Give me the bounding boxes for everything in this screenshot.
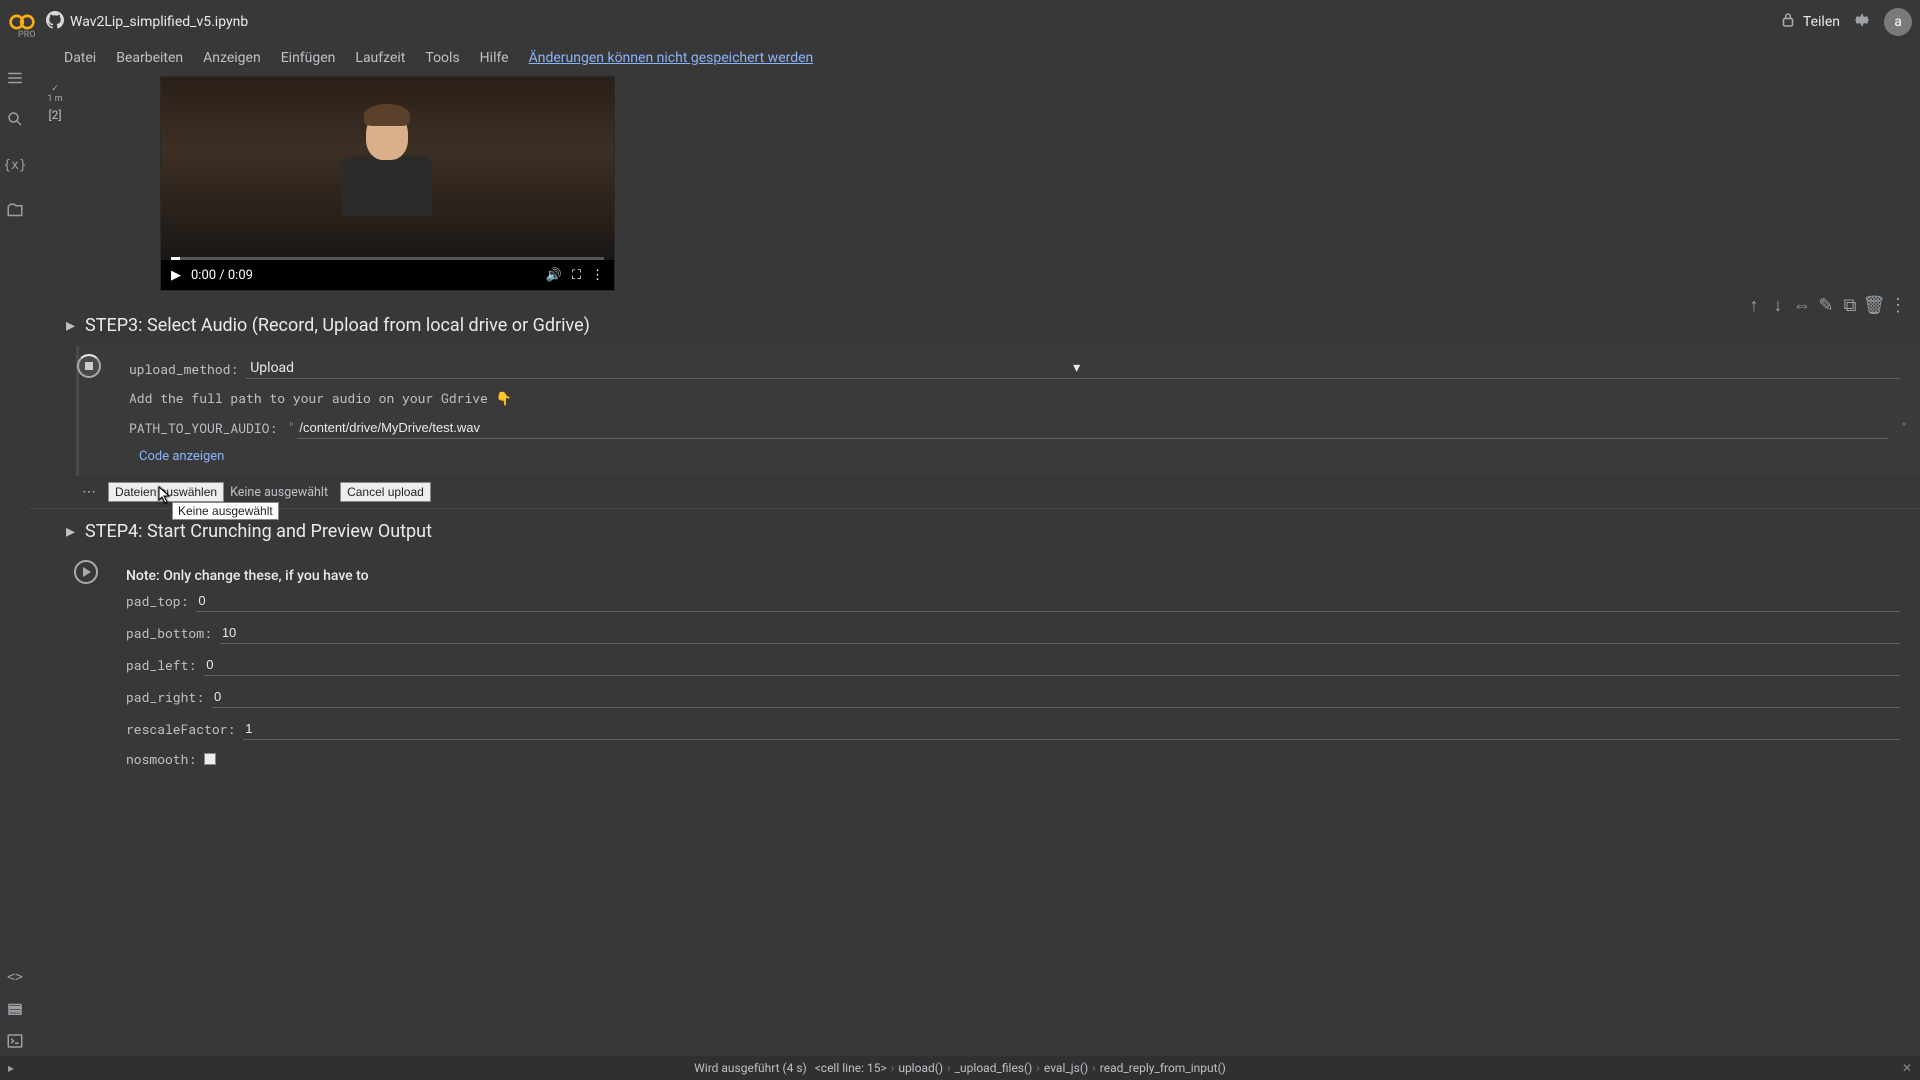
files-icon[interactable] bbox=[4, 200, 26, 222]
header: PRO Wav2Lip_simplified_v5.ipynb Teilen a bbox=[0, 0, 1920, 44]
collapse-arrow-icon[interactable]: ▸ bbox=[66, 521, 75, 542]
github-icon bbox=[46, 11, 64, 33]
user-avatar[interactable]: a bbox=[1884, 8, 1912, 36]
left-sidebar: {x} <> bbox=[0, 108, 30, 1056]
video-output[interactable]: ▶ 0:00 / 0:09 🔊 ⛶ ⋮ bbox=[160, 76, 615, 291]
share-button[interactable]: Teilen bbox=[1779, 11, 1840, 33]
notebook-title[interactable]: Wav2Lip_simplified_v5.ipynb bbox=[70, 14, 248, 30]
rescale-label: rescaleFactor: bbox=[126, 720, 235, 738]
pad-left-label: pad_left: bbox=[126, 656, 196, 674]
collapse-arrow-icon[interactable]: ▸ bbox=[66, 315, 75, 336]
toc-icon[interactable] bbox=[4, 67, 26, 89]
stack-crumb[interactable]: upload() bbox=[894, 1061, 947, 1075]
terminal-icon[interactable] bbox=[4, 1030, 26, 1052]
mirror-icon[interactable]: ⧉ bbox=[1840, 295, 1860, 315]
save-warning[interactable]: Änderungen können nicht gespeichert werd… bbox=[529, 50, 814, 66]
mouse-cursor bbox=[158, 486, 172, 508]
cell-gutter: ✓ 1 m [2] bbox=[30, 76, 80, 303]
video-thumbnail bbox=[161, 77, 614, 260]
pad-right-label: pad_right: bbox=[126, 688, 204, 706]
upload-method-select[interactable]: Upload ▾ bbox=[246, 358, 1900, 379]
dropdown-icon: ▾ bbox=[1073, 360, 1896, 376]
exec-count: [2] bbox=[48, 108, 61, 122]
volume-icon[interactable]: 🔊 bbox=[546, 268, 562, 283]
share-icon bbox=[1779, 11, 1797, 33]
step3-cell: upload_method: Upload ▾ Add the full pat… bbox=[76, 346, 1920, 476]
move-up-icon[interactable]: ↑ bbox=[1744, 295, 1764, 315]
path-input[interactable] bbox=[297, 417, 1887, 439]
statusbar-close-icon[interactable]: ✕ bbox=[1902, 1061, 1912, 1075]
statusbar: ▸ Wird ausgeführt (4 s) <cell line: 15>›… bbox=[0, 1056, 1920, 1080]
output-menu-icon[interactable]: ⋯ bbox=[76, 484, 102, 500]
quote-close: " bbox=[1898, 421, 1910, 436]
run-button[interactable] bbox=[74, 560, 100, 586]
stack-crumb[interactable]: <cell line: 15> bbox=[811, 1061, 891, 1075]
stack-crumb[interactable]: read_reply_from_input() bbox=[1096, 1061, 1230, 1075]
link-icon[interactable]: ⇔ bbox=[1792, 295, 1812, 315]
show-code-link[interactable]: Code anzeigen bbox=[139, 449, 1910, 464]
cancel-upload-button[interactable]: Cancel upload bbox=[340, 482, 431, 502]
menu-laufzeit[interactable]: Laufzeit bbox=[347, 48, 413, 68]
search-icon[interactable] bbox=[4, 108, 26, 130]
variables-icon[interactable]: {x} bbox=[4, 154, 26, 176]
path-label: PATH_TO_YOUR_AUDIO: bbox=[129, 419, 277, 437]
step4-heading: ▸ STEP4: Start Crunching and Preview Out… bbox=[30, 509, 1920, 548]
quote-open: " bbox=[285, 421, 297, 436]
step4-note: Note: Only change these, if you have to bbox=[126, 568, 1910, 584]
step3-heading: ▸ STEP3: Select Audio (Record, Upload fr… bbox=[30, 303, 1920, 342]
stack-crumb[interactable]: _upload_files() bbox=[951, 1061, 1037, 1075]
delete-icon[interactable]: 🗑 bbox=[1864, 295, 1884, 315]
nosmooth-label: nosmooth: bbox=[126, 750, 196, 768]
menu-datei[interactable]: Datei bbox=[56, 48, 104, 68]
exec-time: 1 m bbox=[47, 94, 62, 104]
settings-icon[interactable] bbox=[1852, 10, 1872, 34]
nosmooth-checkbox[interactable] bbox=[204, 753, 216, 765]
cell-actions: ↑ ↓ ⇔ ✎ ⧉ 🗑 ⋮ bbox=[1744, 295, 1908, 315]
more-icon[interactable]: ⋮ bbox=[591, 268, 604, 283]
menu-einfuegen[interactable]: Einfügen bbox=[273, 48, 344, 68]
edit-icon[interactable]: ✎ bbox=[1816, 295, 1836, 315]
pad-right-input[interactable] bbox=[212, 686, 1900, 708]
exec-status: Wird ausgeführt (4 s) bbox=[690, 1061, 811, 1075]
move-down-icon[interactable]: ↓ bbox=[1768, 295, 1788, 315]
path-description: Add the full path to your audio on your … bbox=[129, 389, 1910, 407]
menu-tools[interactable]: Tools bbox=[417, 48, 467, 68]
menu-hilfe[interactable]: Hilfe bbox=[472, 48, 517, 68]
file-status: Keine ausgewählt bbox=[230, 485, 328, 500]
step4-cell: Note: Only change these, if you have to … bbox=[76, 552, 1920, 784]
run-button[interactable] bbox=[77, 354, 103, 380]
pad-top-input[interactable] bbox=[196, 590, 1900, 612]
rescale-input[interactable] bbox=[243, 718, 1900, 740]
stack-crumb[interactable]: eval_js() bbox=[1040, 1061, 1092, 1075]
video-time: 0:00 / 0:09 bbox=[191, 268, 253, 283]
pad-bottom-input[interactable] bbox=[220, 622, 1900, 644]
success-icon: ✓ bbox=[51, 84, 59, 94]
fullscreen-icon[interactable]: ⛶ bbox=[572, 268, 581, 283]
menu-anzeigen[interactable]: Anzeigen bbox=[195, 48, 269, 68]
pad-left-input[interactable] bbox=[204, 654, 1900, 676]
pad-bottom-label: pad_bottom: bbox=[126, 624, 212, 642]
upload-method-label: upload_method: bbox=[129, 360, 238, 378]
play-icon[interactable]: ▶ bbox=[171, 268, 181, 283]
notebook-main: ✓ 1 m [2] ▶ 0:00 / 0:09 🔊 ⛶ ⋮ bbox=[30, 76, 1920, 1056]
upload-output: ⋯ Dateien auswählen Keine ausgewählt Can… bbox=[30, 476, 1920, 509]
statusbar-run-icon[interactable]: ▸ bbox=[8, 1061, 14, 1075]
more-actions-icon[interactable]: ⋮ bbox=[1888, 295, 1908, 315]
pad-top-label: pad_top: bbox=[126, 592, 188, 610]
pro-badge: PRO bbox=[18, 30, 36, 40]
menubar: Datei Bearbeiten Anzeigen Einfügen Laufz… bbox=[0, 44, 1920, 72]
code-snippets-icon[interactable]: <> bbox=[4, 966, 26, 988]
command-palette-icon[interactable] bbox=[4, 998, 26, 1020]
menu-bearbeiten[interactable]: Bearbeiten bbox=[108, 48, 191, 68]
